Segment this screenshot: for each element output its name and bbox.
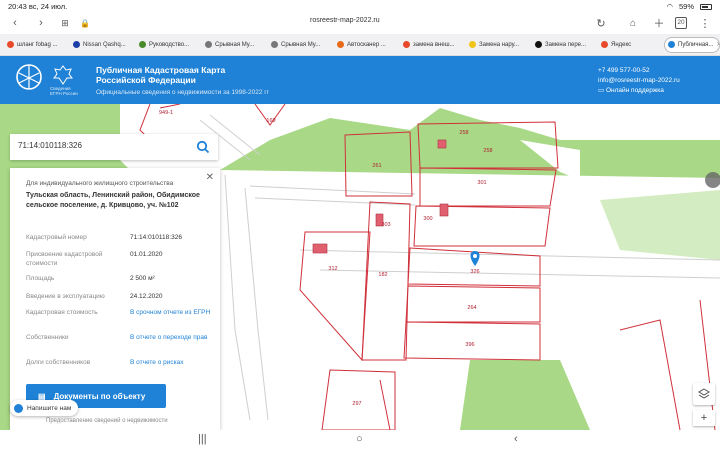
favicon-icon [73,41,80,48]
contacts: +7 499 577-00-52 info@rosreestr-map-2022… [598,66,680,96]
chat-bubble-icon [14,403,23,413]
chat-widget[interactable]: Напишите нам [10,400,79,416]
browser-toolbar: ‹ › ⊞ 🔒 rosreestr-map-2022.ru ↻ ⌂ ＋ 20 ⋮ [0,12,720,34]
forward-icon[interactable]: › [34,16,48,30]
row-label: Присвоение кадастровой стоимости [26,251,103,267]
tab[interactable]: замена внеш... [400,37,462,53]
phone-link[interactable]: +7 499 577-00-52 [598,66,680,76]
favicon-icon [205,41,212,48]
status-right: ◠ 59% [666,2,712,11]
row-value: 01.01.2020 [130,251,163,258]
parcel-label: 261 [372,163,381,169]
home-icon[interactable]: ⌂ [626,16,640,30]
tab[interactable]: Замена пере... [532,37,594,53]
tab[interactable]: Руководство... [136,37,198,53]
parcel-label: 258 [459,130,468,136]
menu-icon[interactable]: ⋮ [698,16,712,30]
page-title: Публичная Кадастровая Карта Российской Фе… [96,65,226,85]
chat-label: Напишите нам [27,404,72,412]
parcel-address: Тульская область, Ленинский район, Обиди… [26,192,200,209]
favicon-icon [337,41,344,48]
edge-panel-handle[interactable] [705,172,720,188]
close-tab-icon[interactable]: ✕ [716,41,719,48]
egrn-report-link[interactable]: В срочном отчете из ЕГРН [130,308,216,317]
row-value: 2 500 м² [130,275,155,282]
favicon-icon [601,41,608,48]
search-icon[interactable] [196,140,210,154]
row-value: 71:14:010118:326 [130,234,182,241]
wifi-icon: ◠ [666,2,673,11]
parcel-label: 396 [465,342,474,348]
chat-icon: ▭ [598,87,605,94]
parcel-type: Для индивидуального жилищного строительс… [26,180,174,187]
back-nav-icon[interactable]: ‹ [514,433,518,445]
recent-apps-icon[interactable]: ||| [198,433,207,445]
favicon-icon [7,41,14,48]
parcel-label: 300 [423,216,432,222]
tab-active[interactable]: Публичная...✕ [664,36,720,53]
parcel-label: 297 [352,401,361,407]
cadastral-search [10,134,218,160]
zoom-in-button[interactable]: + [693,410,715,426]
row-label: Кадастровый номер [26,234,87,241]
favicon-icon [535,41,542,48]
parcel-info-card: ✕ Для индивидуального жилищного строител… [10,168,220,430]
favicon-icon [271,41,278,48]
home-nav-icon[interactable]: ○ [356,433,363,445]
tab[interactable]: Замена нару... [466,37,528,53]
tab-strip: шланг fobag ... Nissan Qashq... Руководс… [0,34,720,56]
tab[interactable]: Nissan Qashq... [70,37,132,53]
parcel-label: 312 [328,266,337,272]
tab[interactable]: Срывная Му... [202,37,264,53]
address-bar[interactable]: rosreestr-map-2022.ru [310,17,380,24]
risk-report-link[interactable]: В отчете о рисках [130,358,216,367]
favicon-icon [403,41,410,48]
row-label: Площадь [26,275,55,282]
battery-icon [700,3,712,10]
card-footer[interactable]: Предоставление сведений о недвижимости [46,418,168,424]
parcel-label: 326 [470,269,479,275]
close-icon[interactable]: ✕ [206,172,214,183]
parcel-label: 301 [477,180,486,186]
row-value: 24.12.2020 [130,293,163,300]
row-label: Кадастровая стоимость [26,309,98,316]
tab-count-button[interactable]: 20 [674,16,688,30]
lock-icon: 🔒 [80,18,90,28]
favicon-icon [668,41,675,48]
add-tab-icon[interactable]: ＋ [652,16,666,30]
tab[interactable]: Срывная Му... [268,37,330,53]
tab[interactable]: шланг fobag ... [4,37,66,53]
parcel-label: 949-1 [159,110,173,116]
search-input[interactable] [18,141,188,150]
parcel-label: 303 [381,222,390,228]
reload-icon[interactable]: ↻ [594,16,608,30]
coat-of-arms-icon [53,65,73,85]
parcel-label: 169 [266,118,275,124]
parcel-label: 264 [467,305,476,311]
page-subtitle: Официальные сведения о недвижимости за 1… [96,89,270,96]
layers-icon [698,388,710,399]
site-header: Сведения ЕГРН России Публичная Кадастрова… [0,56,720,104]
layers-button[interactable] [693,383,715,405]
favicon-icon [139,41,146,48]
row-label: Долги собственников [26,359,91,366]
favicon-icon [469,41,476,48]
logo-icon[interactable] [14,61,44,97]
email-link[interactable]: info@rosreestr-map-2022.ru [598,76,680,86]
tab-switcher-icon[interactable]: ⊞ [58,16,72,30]
row-label: Собственники [26,334,69,341]
tab[interactable]: Автосканер ... [334,37,396,53]
transfer-report-link[interactable]: В отчете о переходе прав [130,333,216,342]
status-time: 20:43 вс, 24 июл. [8,2,68,11]
tab[interactable]: Яндекс [598,37,660,53]
status-bar: 20:43 вс, 24 июл. ◠ 59% [0,0,720,12]
parcel-label: 258 [483,148,492,154]
system-nav-bar: ||| ○ ‹ [0,430,720,450]
parcel-label: 182 [378,272,387,278]
back-icon[interactable]: ‹ [8,16,22,30]
battery-percent: 59% [678,2,694,11]
row-label: Введение в эксплуатацию [26,293,105,300]
support-link[interactable]: ▭ Онлайн поддержка [598,86,680,96]
logo-caption: Сведения ЕГРН России [50,86,78,96]
